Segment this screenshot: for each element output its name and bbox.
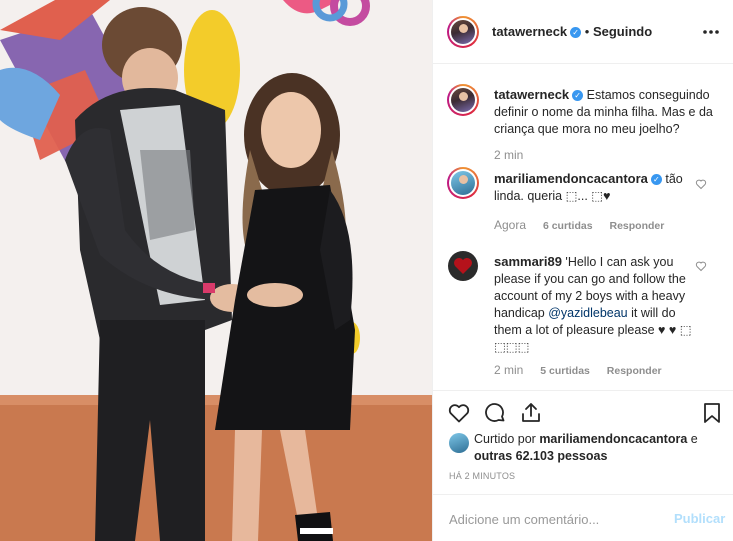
verified-badge-icon: ✓ bbox=[572, 90, 584, 102]
header-author-username[interactable]: tatawerneck bbox=[492, 24, 567, 39]
share-icon[interactable] bbox=[519, 401, 543, 425]
liked-by-others-link[interactable]: outras 62.103 pessoas bbox=[474, 449, 607, 463]
comment-2-meta: 2 min 5 curtidas Responder bbox=[494, 363, 662, 377]
follow-status-button[interactable]: Seguindo bbox=[593, 24, 652, 39]
comment-1-author[interactable]: mariliamendoncacantora bbox=[494, 171, 648, 186]
author-avatar[interactable] bbox=[447, 16, 479, 48]
post-side-panel: tatawerneck ✓ • Seguindo tatawerneck ✓ Est… bbox=[432, 0, 733, 541]
comment-2-time[interactable]: 2 min bbox=[494, 363, 523, 377]
caption-author-username[interactable]: tatawerneck bbox=[494, 87, 569, 102]
liked-by-suffix: e bbox=[687, 432, 698, 446]
comment-1-reply-button[interactable]: Responder bbox=[609, 220, 664, 232]
comment-1-time[interactable]: Agora bbox=[494, 218, 526, 232]
post-header: tatawerneck ✓ • Seguindo bbox=[433, 0, 733, 64]
comment-2-author[interactable]: sammari89 bbox=[494, 254, 562, 269]
comment-1-like-heart-icon[interactable] bbox=[695, 178, 707, 190]
comment-icon[interactable] bbox=[483, 401, 507, 425]
caption-time[interactable]: 2 min bbox=[494, 148, 523, 162]
comment-1: mariliamendoncacantora ✓ tão linda. queri… bbox=[494, 170, 699, 205]
comment-2-reply-button[interactable]: Responder bbox=[607, 365, 662, 377]
more-options-icon[interactable] bbox=[701, 24, 721, 40]
liked-by-username[interactable]: mariliamendoncacantora bbox=[539, 432, 687, 446]
post-photo[interactable] bbox=[0, 0, 432, 541]
instagram-post-modal: tatawerneck ✓ • Seguindo tatawerneck ✓ Est… bbox=[0, 0, 733, 541]
comment-2-mention-link[interactable]: @yazidlebeau bbox=[548, 306, 627, 320]
add-comment-bar: Publicar bbox=[433, 494, 733, 541]
post-timestamp[interactable]: HÁ 2 MINUTOS bbox=[449, 471, 515, 481]
comment-1-meta: Agora 6 curtidas Responder bbox=[494, 218, 664, 232]
header-author-line: tatawerneck ✓ • Seguindo bbox=[492, 24, 652, 39]
heart-icon[interactable] bbox=[447, 401, 471, 425]
liked-by-avatar[interactable] bbox=[449, 433, 469, 453]
bookmark-icon[interactable] bbox=[700, 401, 724, 425]
comment-avatar-sammari89[interactable] bbox=[448, 251, 478, 281]
caption: tatawerneck ✓ Estamos conseguindo definir… bbox=[494, 86, 716, 138]
post-photo-illustration bbox=[0, 0, 432, 541]
comment-2-like-heart-icon[interactable] bbox=[695, 260, 707, 272]
comment-2-likes[interactable]: 5 curtidas bbox=[540, 365, 590, 377]
liked-by-prefix: Curtido por bbox=[474, 432, 540, 446]
header-separator: • bbox=[581, 24, 593, 39]
comment-input[interactable] bbox=[447, 508, 666, 530]
caption-author-avatar[interactable] bbox=[447, 84, 479, 116]
liked-by: Curtido por mariliamendoncacantora e out… bbox=[474, 431, 724, 465]
verified-badge-icon: ✓ bbox=[650, 174, 662, 186]
comment-avatar-mariliamendoncacantora[interactable] bbox=[447, 167, 479, 199]
comment-1-likes[interactable]: 6 curtidas bbox=[543, 220, 593, 232]
comment-2: sammari89 'Hello I can ask you please if… bbox=[494, 253, 699, 356]
publish-button[interactable]: Publicar bbox=[674, 511, 725, 526]
verified-badge-icon: ✓ bbox=[570, 27, 582, 39]
